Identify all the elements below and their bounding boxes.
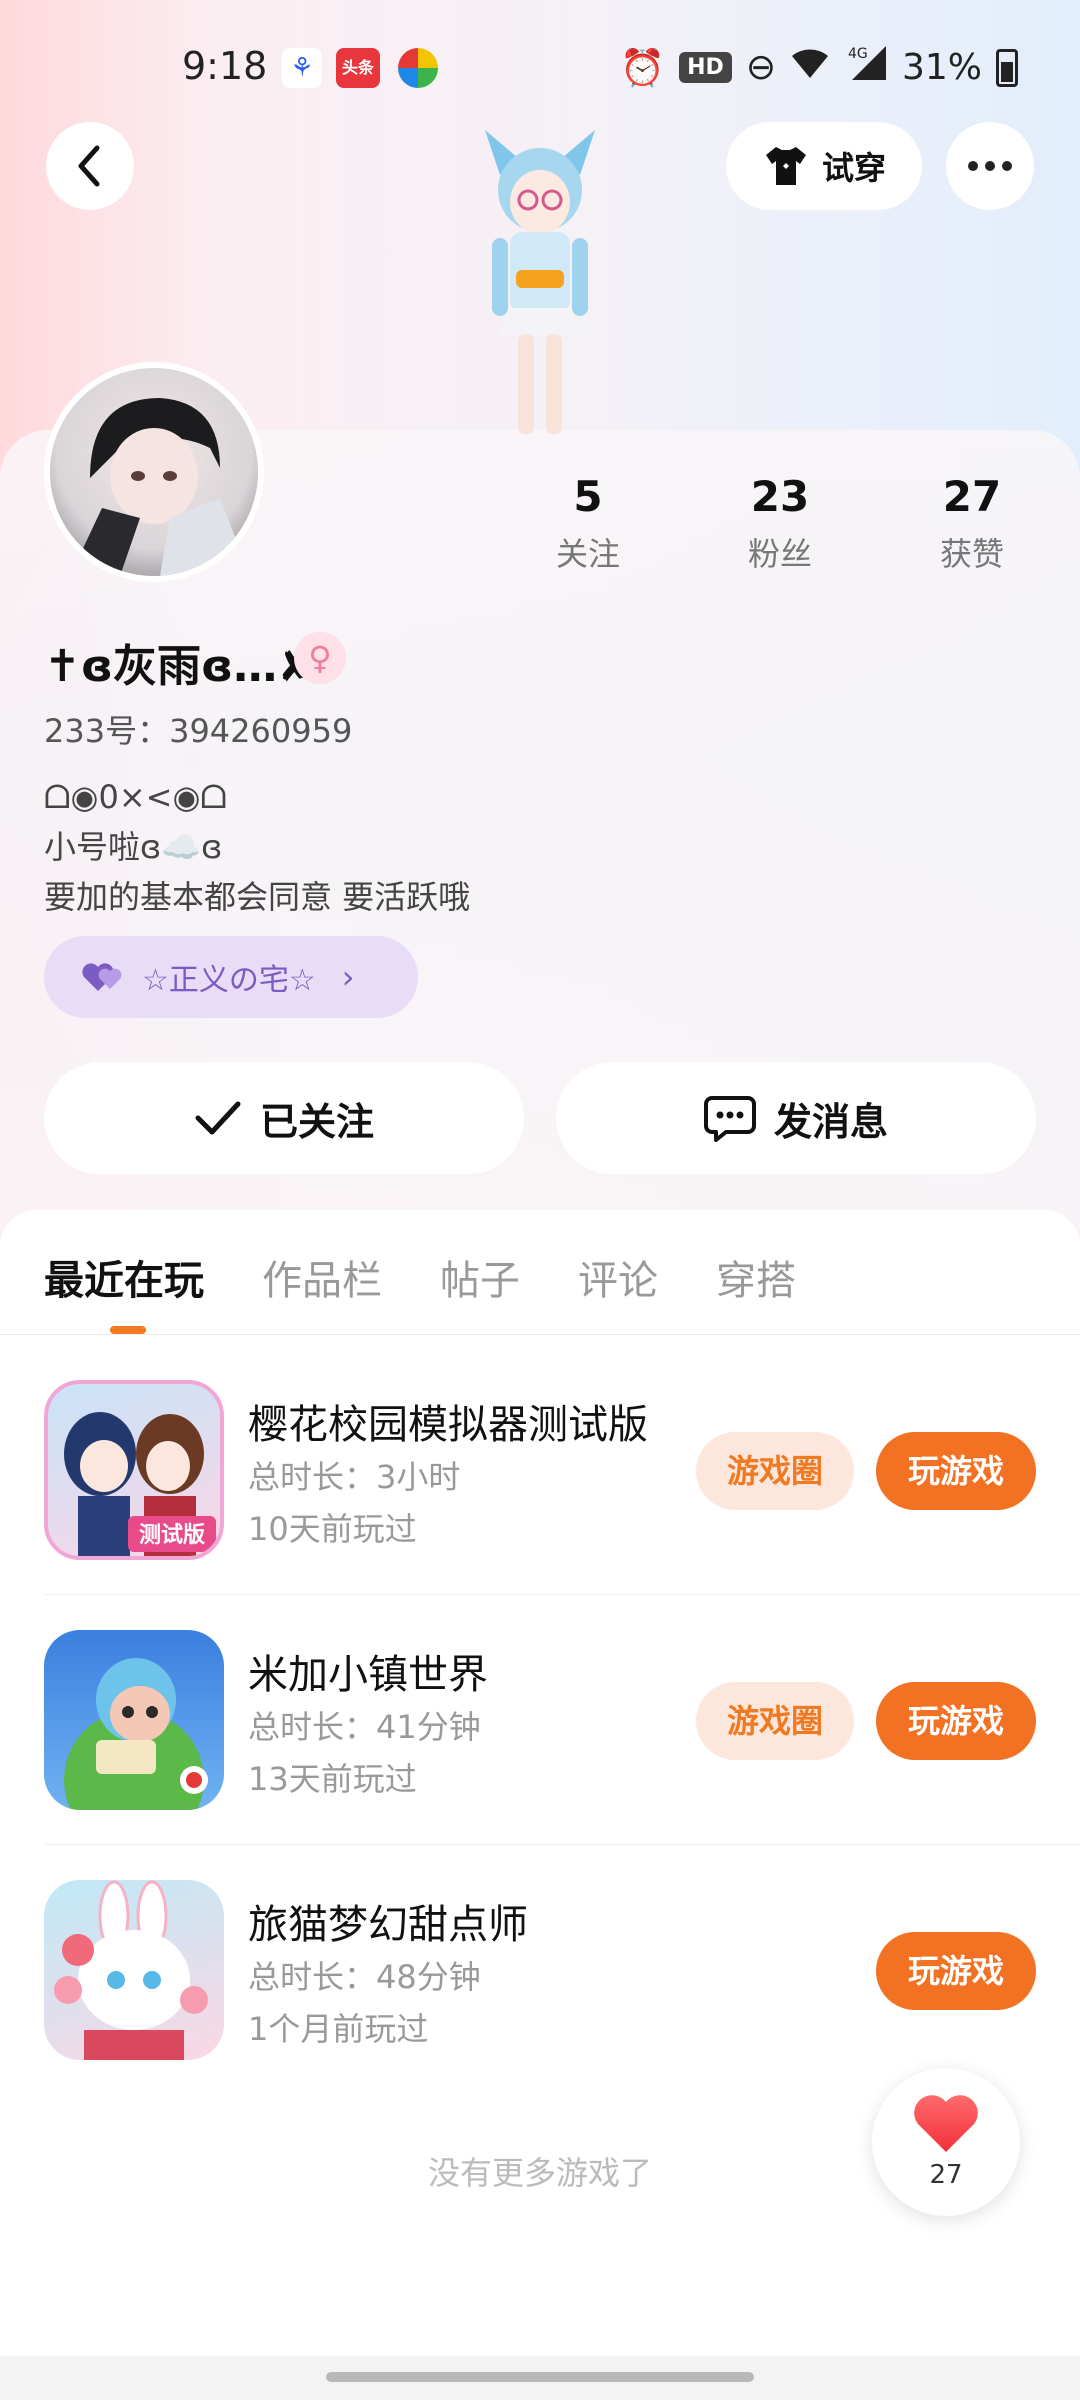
game-icon-dessert xyxy=(44,1880,224,2060)
game-circle-button[interactable]: 游戏圈 xyxy=(696,1682,854,1760)
tab-works[interactable]: 作品栏 xyxy=(262,1248,382,1306)
dnd-icon: ⊖ xyxy=(745,47,776,88)
dot-icon xyxy=(1002,161,1012,171)
bio-line: ᗝ◉0×<◉ᗝ xyxy=(44,778,227,816)
profile-tabs: 最近在玩 作品栏 帖子 评论 穿搭 xyxy=(44,1248,796,1306)
battery-percent: 31% xyxy=(901,47,982,88)
send-message-label: 发消息 xyxy=(773,1099,888,1144)
game-row[interactable]: 旅猫梦幻甜点师 总时长：48分钟 1个月前玩过 玩游戏 xyxy=(44,1880,1036,2060)
send-message-button[interactable]: 发消息 xyxy=(556,1062,1036,1174)
chevron-right-icon: › xyxy=(341,958,355,996)
followed-button[interactable]: 已关注 xyxy=(44,1062,524,1174)
hd-badge: HD xyxy=(679,52,732,83)
likes-count: 27 xyxy=(942,472,1002,521)
likes-label: 获赞 xyxy=(939,535,1004,573)
followed-label: 已关注 xyxy=(259,1099,374,1144)
back-button[interactable] xyxy=(46,122,134,210)
game-icon-miga xyxy=(44,1630,224,1810)
heart-icon xyxy=(914,2095,978,2152)
game-title: 米加小镇世界 xyxy=(248,1652,488,1698)
home-indicator[interactable] xyxy=(326,2372,754,2382)
like-button[interactable]: 27 xyxy=(872,2068,1020,2216)
followers-label: 粉丝 xyxy=(747,535,812,573)
following-count: 5 xyxy=(573,472,603,521)
like-count: 27 xyxy=(929,2160,963,2190)
username: ✝ɞ灰雨ɞ…✘ xyxy=(44,641,315,692)
play-game-button[interactable]: 玩游戏 xyxy=(876,1432,1036,1510)
chat-bubble-icon xyxy=(703,1096,756,1142)
bio-line: 要加的基本都会同意 要活跃哦 xyxy=(44,878,471,916)
check-icon xyxy=(195,1101,241,1135)
game-icon-sakura: 测试版 xyxy=(44,1380,224,1560)
status-icons: ⏰ HD ⊖ 4G 31% xyxy=(620,44,1018,91)
game-last-played: 10天前玩过 xyxy=(248,1510,417,1548)
game-last-played: 13天前玩过 xyxy=(248,1760,417,1798)
dot-icon xyxy=(985,161,995,171)
row-divider xyxy=(44,1844,1080,1845)
female-icon: ♀ xyxy=(294,632,346,684)
game-title: 旅猫梦幻甜点师 xyxy=(248,1902,528,1948)
status-time: 9:18 xyxy=(182,44,268,88)
chevron-left-icon xyxy=(78,145,100,187)
more-options-button[interactable] xyxy=(946,122,1034,210)
guild-badge[interactable]: ☆正义の宅☆ › xyxy=(44,936,418,1018)
game-title: 樱花校园模拟器测试版 xyxy=(248,1402,648,1448)
status-bar: 9:18 ⚘ 头条 ⏰ HD ⊖ 4G 31% xyxy=(0,40,1080,100)
game-row[interactable]: 米加小镇世界 总时长：41分钟 13天前玩过 游戏圈 玩游戏 xyxy=(44,1630,1036,1810)
active-tab-indicator xyxy=(110,1326,146,1334)
game-last-played: 1个月前玩过 xyxy=(248,2010,429,2048)
toutiao-app-icon: 头条 xyxy=(336,48,380,88)
heart-pair-icon xyxy=(82,963,122,991)
game-circle-button[interactable]: 游戏圈 xyxy=(696,1432,854,1510)
dot-icon xyxy=(968,161,978,171)
tab-comments[interactable]: 评论 xyxy=(578,1248,658,1306)
game-row[interactable]: 测试版 樱花校园模拟器测试版 总时长：3小时 10天前玩过 游戏圈 玩游戏 xyxy=(44,1380,1036,1560)
game-duration: 总时长：3小时 xyxy=(248,1458,461,1496)
wifi-icon xyxy=(790,46,830,89)
guild-name: ☆正义の宅☆ xyxy=(142,963,316,998)
followers-count: 23 xyxy=(750,472,810,521)
play-game-button[interactable]: 玩游戏 xyxy=(876,1932,1036,2010)
try-on-button[interactable]: 试穿 xyxy=(726,122,922,210)
try-on-label: 试穿 xyxy=(821,149,886,187)
game-duration: 总时长：48分钟 xyxy=(248,1958,481,1996)
tab-outfits[interactable]: 穿搭 xyxy=(716,1248,796,1306)
stat-following[interactable]: 5 关注 xyxy=(518,472,658,575)
stat-likes[interactable]: 27 获赞 xyxy=(902,472,1042,575)
baidu-app-icon: ⚘ xyxy=(282,48,322,88)
tshirt-icon xyxy=(765,147,806,185)
row-divider xyxy=(44,1594,1080,1595)
svg-text:4G: 4G xyxy=(848,46,868,62)
svg-text:测试版: 测试版 xyxy=(139,1523,205,1548)
game-duration: 总时长：41分钟 xyxy=(248,1708,481,1746)
tab-posts[interactable]: 帖子 xyxy=(440,1248,520,1306)
user-bio: ᗝ◉0×<◉ᗝ 小号啦ɞ☁️ɞ 要加的基本都会同意 要活跃哦 xyxy=(44,772,470,922)
bio-line: 小号啦ɞ☁️ɞ xyxy=(44,828,223,866)
battery-icon xyxy=(996,48,1018,87)
profile-avatar[interactable] xyxy=(44,362,264,582)
tab-recently-played[interactable]: 最近在玩 xyxy=(44,1248,204,1306)
colorful-app-icon xyxy=(398,48,438,88)
signal-icon: 4G xyxy=(844,44,888,91)
tabs-divider xyxy=(0,1334,1080,1335)
following-label: 关注 xyxy=(555,535,620,573)
play-game-button[interactable]: 玩游戏 xyxy=(876,1682,1036,1760)
alarm-icon: ⏰ xyxy=(620,47,666,89)
user-id: 233号：394260959 xyxy=(44,712,353,750)
avatar-figure-image[interactable] xyxy=(440,120,640,440)
stat-followers[interactable]: 23 粉丝 xyxy=(710,472,850,575)
